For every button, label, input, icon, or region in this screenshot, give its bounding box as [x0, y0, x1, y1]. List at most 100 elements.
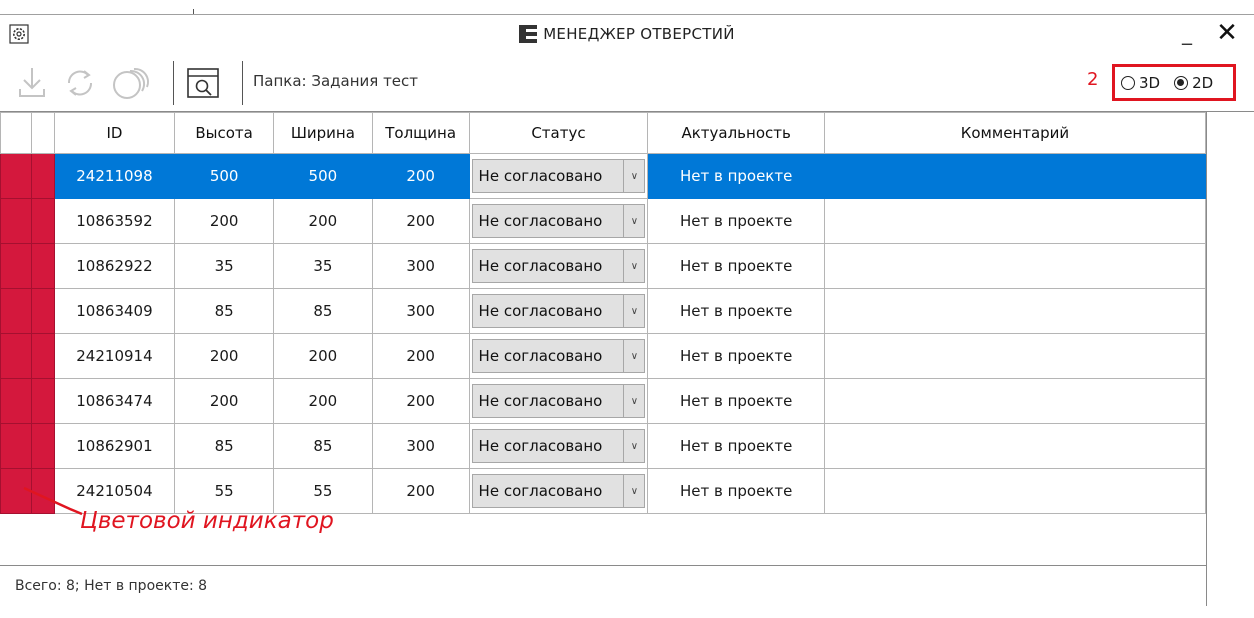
radio-3d[interactable]: 3D: [1121, 74, 1160, 92]
radio-2d-circle-icon[interactable]: [1174, 75, 1189, 90]
chevron-down-icon[interactable]: ∨: [623, 340, 644, 372]
cell-height[interactable]: 200: [174, 333, 274, 379]
cell-comment[interactable]: [823, 243, 1207, 289]
table-row[interactable]: 10862922 35 35 300 Не согласовано ∨ Нет в прое…: [0, 243, 1207, 289]
tick-mark: [193, 9, 194, 14]
table-row[interactable]: 10862901 85 85 300 Не согласовано ∨ Нет в прое…: [0, 423, 1207, 469]
cell-thickness[interactable]: 200: [371, 378, 470, 424]
status-dropdown[interactable]: Не согласовано ∨: [471, 294, 646, 328]
table-row[interactable]: 10863474 200 200 200 Не согласовано ∨ Нет в пр…: [0, 378, 1207, 424]
app-logo-icon: [519, 25, 538, 43]
cell-thickness[interactable]: 200: [371, 333, 470, 379]
status-dropdown[interactable]: Не согласовано ∨: [471, 159, 646, 193]
chevron-down-icon[interactable]: ∨: [623, 205, 644, 237]
status-dropdown[interactable]: Не согласовано ∨: [471, 249, 646, 283]
refresh-icon[interactable]: [60, 63, 100, 103]
cell-status: Не согласовано ∨: [468, 288, 649, 334]
cell-comment[interactable]: [823, 198, 1207, 244]
cell-thickness[interactable]: 200: [371, 153, 470, 199]
column-header-relevance[interactable]: Актуальность: [647, 112, 825, 154]
column-header-width[interactable]: Ширина: [272, 112, 373, 154]
cell-id[interactable]: 10863409: [53, 288, 176, 334]
circles-icon[interactable]: [112, 63, 152, 103]
cell-thickness[interactable]: 300: [371, 243, 470, 289]
cell-thickness[interactable]: 300: [371, 288, 470, 334]
cell-height[interactable]: 200: [174, 198, 274, 244]
cell-thickness[interactable]: 300: [371, 423, 470, 469]
title-wrap: МЕНЕДЖЕР ОТВЕРСТИЙ: [0, 15, 1254, 53]
cell-height[interactable]: 35: [174, 243, 274, 289]
chevron-down-icon[interactable]: ∨: [623, 385, 644, 417]
cell-width[interactable]: 200: [272, 198, 373, 244]
cell-height[interactable]: 85: [174, 288, 274, 334]
radio-3d-circle-icon[interactable]: [1121, 75, 1135, 90]
openings-table: ID Высота Ширина Толщина Статус Актуальн…: [0, 112, 1207, 514]
cell-comment[interactable]: [823, 378, 1207, 424]
download-icon[interactable]: [12, 63, 52, 103]
cell-height[interactable]: 500: [174, 153, 274, 199]
table-row[interactable]: 24211098 500 500 200 Не согласовано ∨ Нет в пр…: [0, 153, 1207, 199]
cell-width[interactable]: 85: [272, 423, 373, 469]
folder-search-icon[interactable]: [183, 63, 223, 103]
cell-relevance[interactable]: Нет в проекте: [647, 333, 825, 379]
table-row[interactable]: 10863409 85 85 300 Не согласовано ∨ Нет в прое…: [0, 288, 1207, 334]
cell-relevance[interactable]: Нет в проекте: [647, 198, 825, 244]
cell-relevance[interactable]: Нет в проекте: [647, 153, 825, 199]
cell-relevance[interactable]: Нет в проекте: [647, 423, 825, 469]
cell-height[interactable]: 85: [174, 423, 274, 469]
chevron-down-icon[interactable]: ∨: [623, 250, 644, 282]
cell-id[interactable]: 10863592: [53, 198, 176, 244]
cell-height[interactable]: 55: [174, 468, 274, 514]
radio-2d[interactable]: 2D: [1174, 74, 1213, 92]
cell-width[interactable]: 200: [272, 378, 373, 424]
column-header-height[interactable]: Высота: [174, 112, 274, 154]
cell-comment[interactable]: [823, 288, 1207, 334]
title-bar: МЕНЕДЖЕР ОТВЕРСТИЙ _ ✕: [0, 15, 1254, 53]
minimize-button[interactable]: _: [1176, 21, 1198, 45]
color-indicator-cell-2: [30, 423, 55, 469]
cell-id[interactable]: 24210914: [53, 333, 176, 379]
column-header-status[interactable]: Статус: [468, 112, 649, 154]
view-mode-group: 3D 2D: [1112, 64, 1236, 101]
cell-thickness[interactable]: 200: [371, 468, 470, 514]
cell-width[interactable]: 55: [272, 468, 373, 514]
status-dropdown[interactable]: Не согласовано ∨: [471, 204, 646, 238]
table-row[interactable]: 24210504 55 55 200 Не согласовано ∨ Нет в прое…: [0, 468, 1207, 514]
cell-width[interactable]: 500: [272, 153, 373, 199]
cell-width[interactable]: 85: [272, 288, 373, 334]
cell-thickness[interactable]: 200: [371, 198, 470, 244]
cell-width[interactable]: 200: [272, 333, 373, 379]
cell-relevance[interactable]: Нет в проекте: [647, 243, 825, 289]
cell-status: Не согласовано ∨: [468, 468, 649, 514]
cell-comment[interactable]: [823, 333, 1207, 379]
chevron-down-icon[interactable]: ∨: [623, 160, 644, 192]
color-indicator-cell: [0, 153, 32, 199]
column-header-thickness[interactable]: Толщина: [371, 112, 470, 154]
chevron-down-icon[interactable]: ∨: [623, 475, 644, 507]
cell-relevance[interactable]: Нет в проекте: [647, 288, 825, 334]
cell-comment[interactable]: [823, 468, 1207, 514]
cell-width[interactable]: 35: [272, 243, 373, 289]
cell-relevance[interactable]: Нет в проекте: [647, 378, 825, 424]
status-dropdown[interactable]: Не согласовано ∨: [471, 429, 646, 463]
cell-status: Не согласовано ∨: [468, 198, 649, 244]
cell-comment[interactable]: [823, 153, 1207, 199]
cell-id[interactable]: 10863474: [53, 378, 176, 424]
settings-gear-icon[interactable]: [8, 23, 30, 45]
cell-comment[interactable]: [823, 423, 1207, 469]
chevron-down-icon[interactable]: ∨: [623, 430, 644, 462]
status-dropdown[interactable]: Не согласовано ∨: [471, 339, 646, 373]
cell-id[interactable]: 10862922: [53, 243, 176, 289]
cell-id[interactable]: 10862901: [53, 423, 176, 469]
close-button[interactable]: ✕: [1214, 19, 1240, 47]
column-header-comment[interactable]: Комментарий: [823, 112, 1207, 154]
status-dropdown[interactable]: Не согласовано ∨: [471, 474, 646, 508]
table-row[interactable]: 10863592 200 200 200 Не согласовано ∨ Нет в пр…: [0, 198, 1207, 244]
cell-relevance[interactable]: Нет в проекте: [647, 468, 825, 514]
column-header-id[interactable]: ID: [53, 112, 176, 154]
cell-height[interactable]: 200: [174, 378, 274, 424]
table-row[interactable]: 24210914 200 200 200 Не согласовано ∨ Нет в пр…: [0, 333, 1207, 379]
status-dropdown[interactable]: Не согласовано ∨: [471, 384, 646, 418]
chevron-down-icon[interactable]: ∨: [623, 295, 644, 327]
cell-id[interactable]: 24211098: [53, 153, 176, 199]
